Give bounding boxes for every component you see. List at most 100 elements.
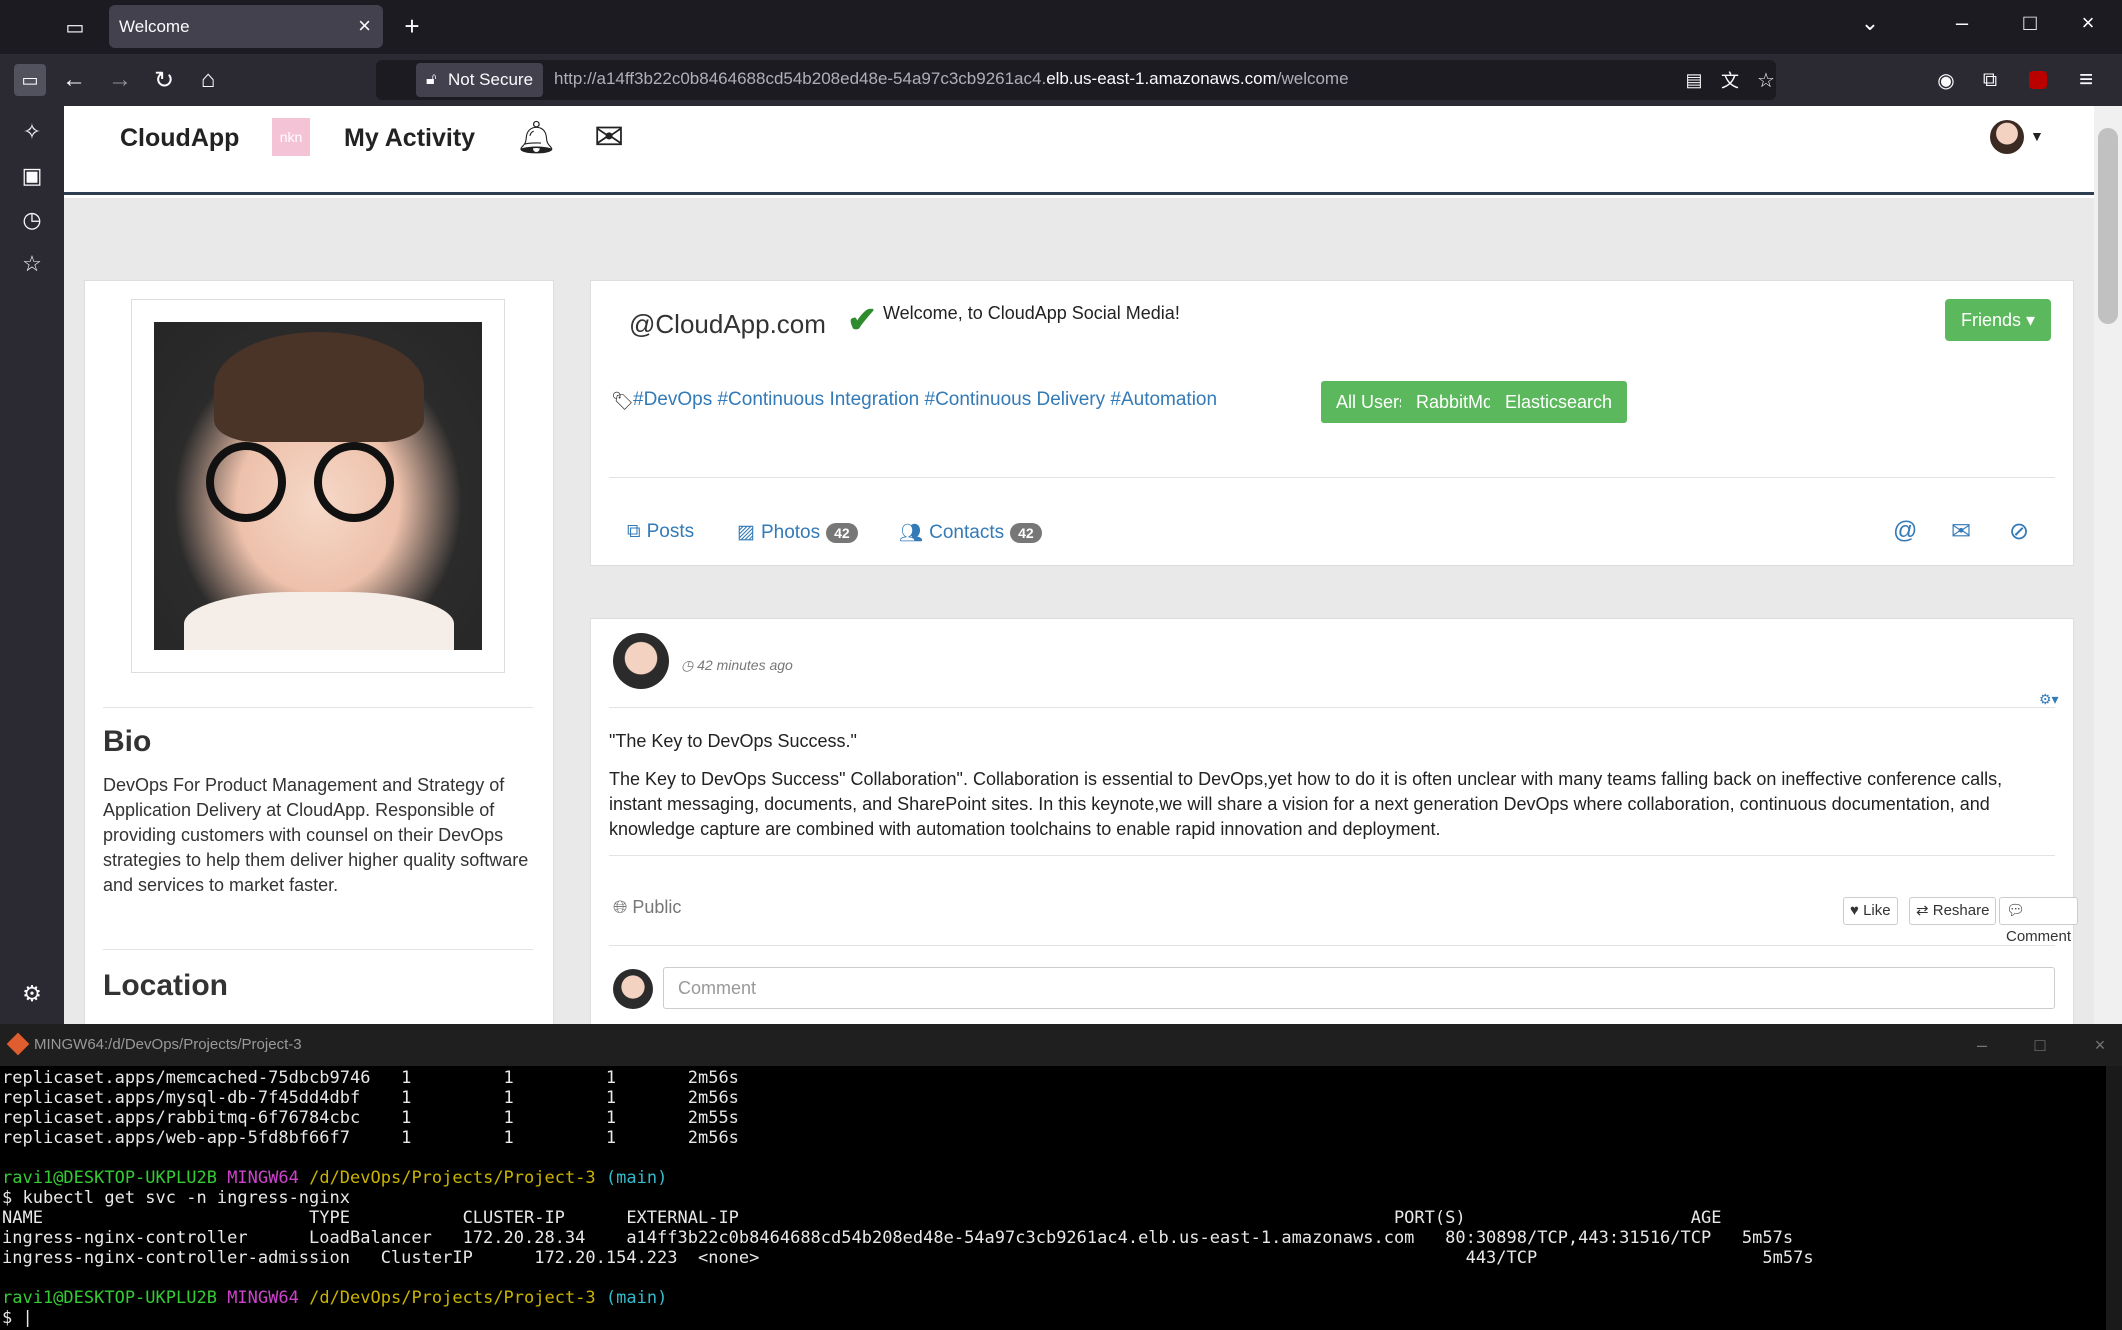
terminal-close-icon[interactable]: × (2080, 1024, 2120, 1066)
terminal-prompt: ravi1@DESKTOP-UKPLU2B MINGW64 /d/DevOps/… (2, 1168, 2102, 1188)
terminal-minimize-icon[interactable]: – (1962, 1024, 2002, 1066)
git-bash-icon (6, 1032, 30, 1056)
tab-photos-label: Photos (760, 521, 821, 543)
globe-icon: 🌐︎ (613, 897, 633, 917)
tab-posts[interactable]: ⧉ Posts (627, 521, 694, 543)
terminal-output[interactable]: replicaset.apps/memcached-75dbcb9746 1 1… (2, 1068, 2102, 1328)
synced-tabs-icon[interactable]: ▣ (16, 160, 48, 192)
site-logo[interactable]: nkn (272, 118, 310, 156)
reload-icon[interactable]: ↻ (148, 64, 180, 96)
terminal-input-line[interactable]: $ | (2, 1308, 2102, 1328)
post-visibility-text: Public (632, 897, 682, 917)
terminal-line: replicaset.apps/mysql-db-7f45dd4dbf 1 1 … (2, 1088, 739, 1108)
reader-view-icon[interactable]: ▤ (1678, 64, 1710, 96)
tab-overview-icon[interactable]: ▭ (62, 14, 88, 40)
notifications-bell-icon[interactable]: 🔔︎ (516, 118, 557, 156)
terminal-scrollbar[interactable] (2106, 1066, 2122, 1330)
ai-sparkle-icon[interactable]: ✧ (16, 116, 48, 148)
contacts-icon: 👥︎ (899, 523, 924, 544)
final-prompt: $ (2, 1308, 23, 1328)
page-scrollbar-thumb[interactable] (2098, 128, 2118, 324)
location-divider (103, 949, 533, 950)
prompt-user: ravi1@DESKTOP-UKPLU2B (2, 1288, 217, 1308)
commenter-avatar (613, 969, 653, 1009)
maximize-icon[interactable]: □ (2010, 10, 2050, 36)
caret-down-icon[interactable]: ▼ (2030, 128, 2044, 144)
bookmarks-icon[interactable]: ☆ (16, 248, 48, 280)
svc-table-row: ingress-nginx-controller LoadBalancer 17… (2, 1228, 1794, 1248)
lock-warning-icon: 🔓︎ (426, 71, 437, 88)
bookmark-star-icon[interactable]: ☆ (1750, 64, 1782, 96)
terminal-prompt: ravi1@DESKTOP-UKPLU2B MINGW64 /d/DevOps/… (2, 1288, 2102, 1308)
brand-link[interactable]: CloudApp (120, 124, 239, 153)
tags-icon: 🏷︎ (611, 391, 634, 411)
post-divider-top (609, 707, 2055, 708)
navbar-divider (64, 192, 2094, 195)
reshare-button[interactable]: ⇄ Reshare (1909, 897, 1997, 925)
like-button[interactable]: ♥ Like (1843, 897, 1898, 925)
verified-check-icon: ✔ (847, 299, 878, 340)
history-icon[interactable]: ◷ (16, 204, 48, 236)
menu-icon[interactable]: ≡ (2070, 64, 2102, 96)
prompt-branch: (main) (605, 1288, 668, 1308)
friends-label: Friends (1961, 310, 2022, 330)
ublock-icon[interactable] (2022, 64, 2054, 96)
new-tab-icon[interactable]: + (398, 11, 426, 41)
post-divider-bottom (609, 945, 2055, 946)
account-icon[interactable]: ◉ (1930, 64, 1962, 96)
forward-icon[interactable]: → (104, 64, 136, 96)
settings-gear-icon[interactable]: ⚙ (16, 978, 48, 1010)
profile-photo[interactable] (154, 322, 482, 650)
tab-contacts[interactable]: 👥︎ Contacts 42 (899, 521, 1042, 545)
header-divider (609, 477, 2055, 478)
bio-divider (103, 707, 533, 708)
home-icon[interactable]: ⌂ (192, 64, 224, 96)
minimize-icon[interactable]: – (1942, 10, 1982, 36)
tab-list-chevron-icon[interactable]: ⌄ (1850, 10, 1890, 36)
profile-handle: @CloudApp.com (629, 309, 826, 339)
terminal-title: MINGW64:/d/DevOps/Projects/Project-3 (34, 1036, 302, 1053)
close-tab-icon[interactable]: × (358, 13, 371, 39)
terminal-command: $ kubectl get svc -n ingress-nginx (2, 1188, 350, 1208)
prompt-env: MINGW64 (227, 1168, 299, 1188)
clock-icon: ◷ (681, 657, 698, 673)
terminal-line: replicaset.apps/rabbitmq-6f76784cbc 1 1 … (2, 1108, 739, 1128)
profile-card: Bio DevOps For Product Management and St… (84, 280, 554, 1024)
extensions-icon[interactable]: ⧉ (1974, 64, 2006, 96)
url-bar[interactable]: 🔓︎ Not Secure http://a14ff3b22c0b8464688… (376, 60, 1776, 100)
user-avatar[interactable] (1990, 120, 2024, 154)
terminal-window[interactable]: MINGW64:/d/DevOps/Projects/Project-3 – □… (0, 1024, 2122, 1330)
welcome-message: Welcome, to CloudApp Social Media! (883, 303, 1180, 323)
comment-button[interactable]: 💬︎ Comment (1999, 897, 2079, 945)
elasticsearch-button[interactable]: Elasticsearch (1490, 381, 1628, 423)
post-visibility: 🌐︎ Public (613, 897, 681, 918)
window-close-icon[interactable]: × (2068, 10, 2108, 36)
post-author-avatar[interactable] (613, 633, 669, 689)
tab-welcome[interactable]: Welcome × (109, 5, 383, 48)
friends-dropdown-button[interactable]: Friends ▾ (1945, 299, 2052, 341)
tab-photos[interactable]: ▨ Photos 42 (737, 521, 858, 544)
terminal-blank (2, 1148, 2102, 1168)
message-envelope-icon[interactable]: ✉ (1951, 517, 1971, 546)
photos-count-badge: 42 (826, 522, 858, 543)
messages-envelope-icon[interactable]: ✉ (594, 116, 624, 158)
comment-label: Comment (2006, 928, 2072, 945)
terminal-maximize-icon[interactable]: □ (2020, 1024, 2060, 1066)
translate-icon[interactable]: 文 (1714, 64, 1746, 96)
mention-icon[interactable]: @ (1893, 517, 1917, 545)
browser-navbar: ▭ ← → ↻ ⌂ ⛉ 🔓︎ Not Secure http://a14ff3b… (0, 54, 2122, 106)
like-label: Like (1863, 902, 1891, 919)
sidebar-toggle-icon[interactable]: ▭ (14, 64, 46, 96)
hashtags[interactable]: #DevOps #Continuous Integration #Continu… (633, 389, 1217, 411)
prompt-env: MINGW64 (227, 1288, 299, 1308)
back-icon[interactable]: ← (58, 64, 90, 96)
terminal-titlebar: MINGW64:/d/DevOps/Projects/Project-3 – □… (0, 1024, 2122, 1066)
not-secure-badge[interactable]: 🔓︎ Not Secure (416, 63, 544, 97)
block-icon[interactable]: ⊘ (2009, 517, 2029, 546)
comment-input[interactable]: Comment (663, 967, 2055, 1009)
post-options-gear-icon[interactable]: ⚙▾ (2039, 691, 2059, 708)
prompt-path: /d/DevOps/Projects/Project-3 (309, 1168, 596, 1188)
photos-icon: ▨ (737, 522, 755, 543)
url-text[interactable]: http://a14ff3b22c0b8464688cd54b208ed48e-… (554, 69, 1349, 89)
my-activity-link[interactable]: My Activity (344, 124, 475, 153)
